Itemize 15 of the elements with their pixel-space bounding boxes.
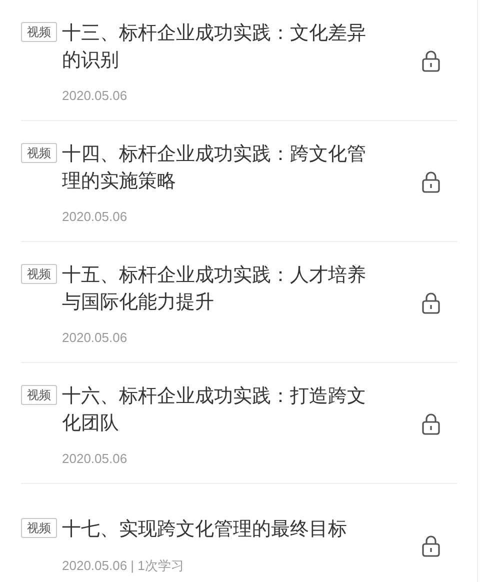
lesson-title[interactable]: 十四、标杆企业成功实践：跨文化管理的实施策略	[62, 140, 367, 194]
lesson-title[interactable]: 十七、实现跨文化管理的最终目标	[62, 516, 367, 543]
lesson-date: 2020.05.06	[62, 330, 128, 344]
type-tag: 视频	[21, 142, 57, 162]
lesson-date: 2020.05.06	[62, 88, 128, 102]
type-tag: 视频	[21, 518, 57, 538]
type-tag: 视频	[21, 384, 57, 404]
lesson-date: 2020.05.06	[62, 208, 128, 224]
lesson-title[interactable]: 十三、标杆企业成功实践：文化差异的识别	[62, 20, 367, 74]
type-tag: 视频	[21, 264, 57, 284]
type-tag: 视频	[21, 22, 57, 42]
lesson-title[interactable]: 十五、标杆企业成功实践：人才培养与国际化能力提升	[62, 262, 367, 316]
lesson-title[interactable]: 十六、标杆企业成功实践：打造跨文化团队	[62, 382, 367, 436]
lesson-date: 2020.05.06 | 1次学习	[62, 557, 185, 575]
lesson-date: 2020.05.06	[62, 450, 128, 466]
